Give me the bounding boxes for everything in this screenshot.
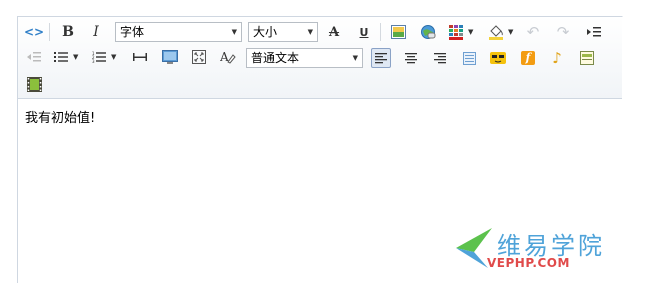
- editor-toolbar: <> B I 字体 ▼ 大小 ▼ A U ▼ ▼ ↶ ↷ ▼ 1 2 3 ▼ A…: [18, 17, 622, 99]
- font-size-value: 大小: [253, 25, 278, 39]
- ordered-list-button[interactable]: 123: [89, 47, 109, 67]
- align-right-button[interactable]: [430, 48, 450, 68]
- insert-media-button[interactable]: ♪: [547, 48, 567, 68]
- align-left-button[interactable]: [371, 48, 391, 68]
- italic-icon: I: [93, 24, 99, 40]
- table-button[interactable]: [446, 22, 466, 42]
- chevron-down-icon[interactable]: ▼: [508, 28, 513, 36]
- chevron-down-icon: ▼: [307, 28, 313, 36]
- align-left-icon: [375, 53, 387, 64]
- chevron-down-icon: ▼: [352, 54, 358, 62]
- clear-format-icon: A: [220, 50, 236, 64]
- clear-format-button[interactable]: A: [218, 47, 238, 67]
- underline-icon: U: [359, 25, 369, 39]
- strikethrough-button[interactable]: A: [324, 22, 344, 42]
- unordered-list-button[interactable]: [51, 47, 71, 67]
- paint-bucket-icon: [489, 25, 503, 40]
- underline-button[interactable]: U: [354, 22, 374, 42]
- watermark-url: VEPHP.COM: [487, 256, 570, 270]
- bold-button[interactable]: B: [58, 22, 78, 42]
- insert-flash-button[interactable]: f: [518, 48, 538, 68]
- content-text: 我有初始值!: [25, 111, 96, 126]
- horizontal-rule-button[interactable]: [130, 47, 150, 67]
- svg-text:3: 3: [92, 59, 95, 63]
- indent-icon: [587, 27, 601, 37]
- source-code-button[interactable]: <>: [24, 22, 44, 42]
- source-code-icon: <>: [23, 25, 45, 39]
- chevron-down-icon[interactable]: ▼: [111, 53, 116, 61]
- outdent-button[interactable]: [24, 47, 44, 67]
- insert-template-button[interactable]: [577, 48, 597, 68]
- toolbar-separator: [49, 23, 50, 41]
- paragraph-format-select[interactable]: 普通文本 ▼: [246, 48, 363, 68]
- film-icon: [26, 76, 42, 92]
- strikethrough-icon: A: [328, 24, 340, 40]
- globe-link-icon: [421, 25, 436, 39]
- fullscreen-icon: [192, 50, 206, 64]
- font-size-select[interactable]: 大小 ▼: [248, 22, 318, 42]
- preview-button[interactable]: [160, 47, 180, 67]
- flash-icon-glyph: f: [525, 51, 531, 64]
- chevron-down-icon: ▼: [231, 28, 237, 36]
- font-family-select[interactable]: 字体 ▼: [115, 22, 242, 42]
- emoticon-icon: [490, 52, 506, 64]
- template-icon: [580, 51, 594, 65]
- horizontal-rule-icon: [133, 53, 147, 61]
- align-justify-button[interactable]: [459, 48, 479, 68]
- justify-icon: [462, 51, 476, 65]
- insert-link-button[interactable]: [418, 22, 438, 42]
- toolbar-separator: [380, 23, 381, 41]
- music-note-icon: ♪: [552, 49, 562, 67]
- paragraph-format-value: 普通文本: [251, 51, 300, 65]
- image-icon: [390, 25, 406, 39]
- table-grid-icon: [448, 24, 463, 40]
- redo-icon: ↷: [556, 23, 570, 41]
- italic-button[interactable]: I: [86, 22, 106, 42]
- align-center-button[interactable]: [401, 48, 421, 68]
- chevron-down-icon[interactable]: ▼: [73, 53, 78, 61]
- background-color-button[interactable]: [486, 22, 506, 42]
- align-right-icon: [434, 53, 446, 64]
- bold-icon: B: [62, 24, 74, 40]
- bullet-list-icon: [54, 52, 68, 62]
- undo-icon: ↶: [526, 23, 540, 41]
- indent-button[interactable]: [584, 22, 604, 42]
- undo-button[interactable]: ↶: [523, 22, 543, 42]
- emoticon-button[interactable]: [488, 48, 508, 68]
- outdent-icon: [27, 52, 41, 62]
- chevron-down-icon[interactable]: ▼: [468, 28, 473, 36]
- flash-icon: f: [521, 51, 535, 65]
- insert-video-button[interactable]: [24, 74, 44, 94]
- numbered-list-icon: 123: [92, 51, 106, 63]
- monitor-icon: [162, 49, 178, 64]
- editor-content[interactable]: 我有初始值!: [25, 107, 95, 126]
- font-family-value: 字体: [120, 25, 145, 39]
- align-center-icon: [405, 53, 417, 64]
- insert-image-button[interactable]: [388, 22, 408, 42]
- redo-button[interactable]: ↷: [553, 22, 573, 42]
- fullscreen-button[interactable]: [189, 47, 209, 67]
